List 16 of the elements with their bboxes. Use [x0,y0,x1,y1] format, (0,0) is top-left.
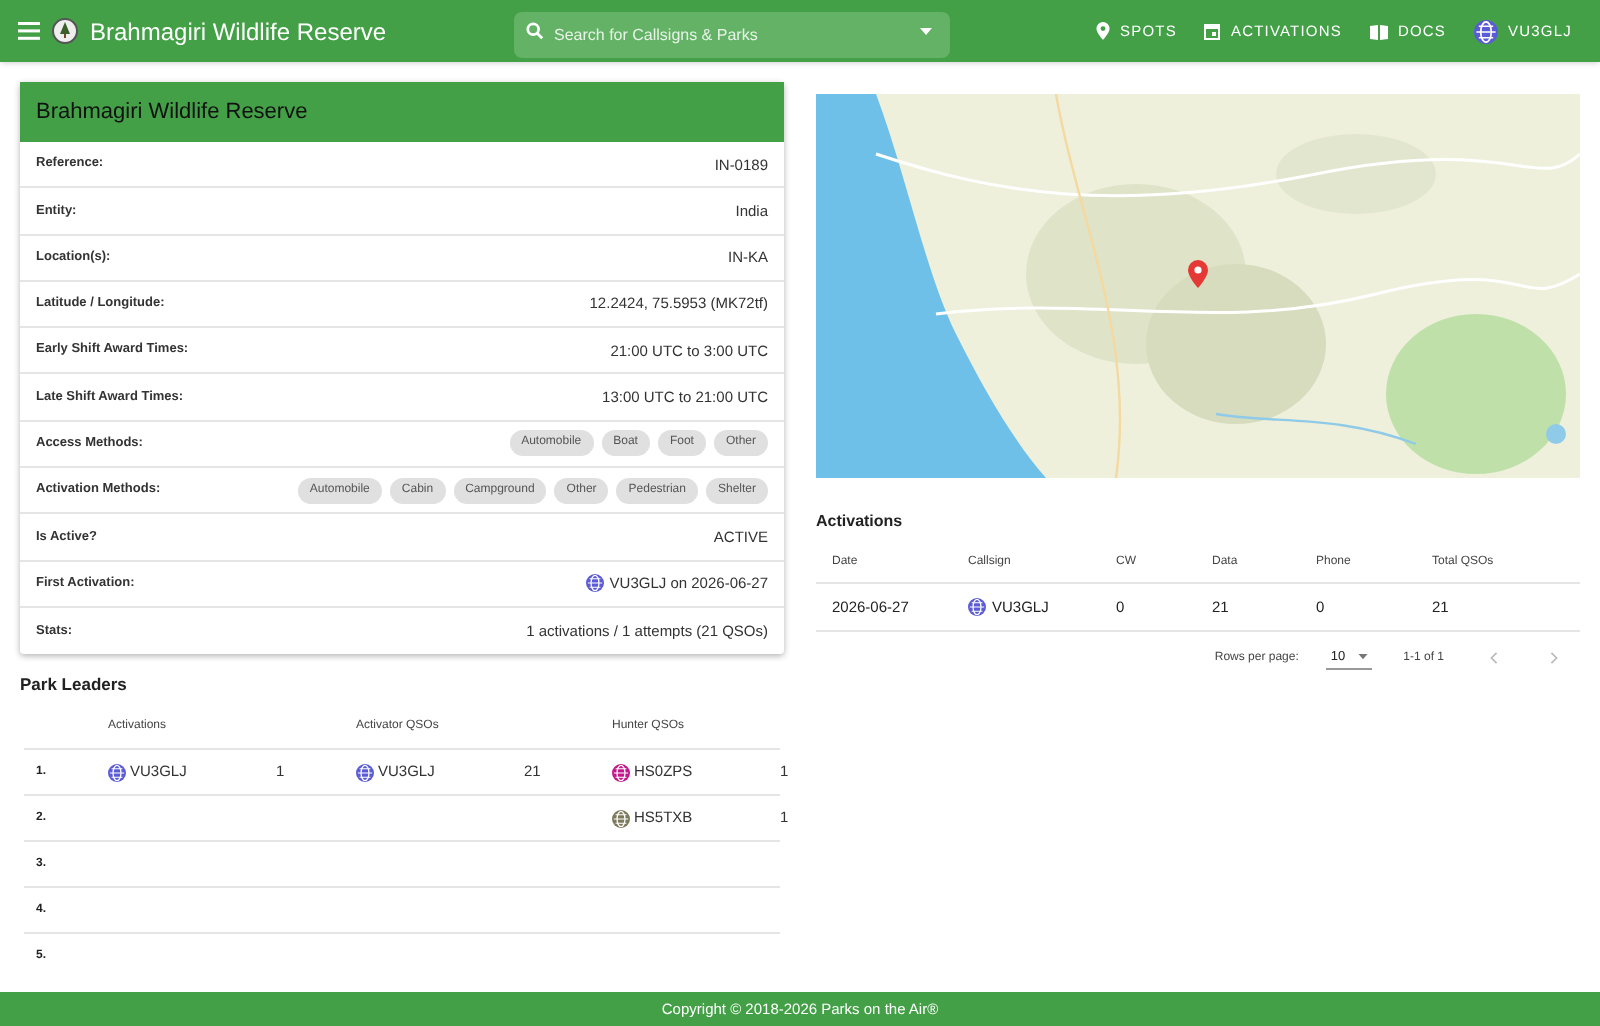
menu-icon[interactable] [16,19,40,43]
logo-icon [52,18,78,44]
map-marker-icon[interactable] [1188,260,1208,288]
card-title: Brahmagiri Wildlife Reserve [36,97,308,128]
book-icon [1369,23,1388,39]
chevron-left-icon[interactable] [1488,650,1500,666]
app-title: Brahmagiri Wildlife Reserve [90,15,387,49]
section-title: Activations [816,510,905,534]
search-field[interactable]: Search for Callsigns & Parks [514,12,950,58]
section-title: Park Leaders [20,672,129,699]
caret-icon [1357,654,1368,660]
search-icon [526,22,544,40]
calendar-icon [1204,22,1221,40]
chevron-right-icon[interactable] [1548,650,1560,666]
caret-icon [920,28,932,36]
pin-icon [1096,22,1111,40]
